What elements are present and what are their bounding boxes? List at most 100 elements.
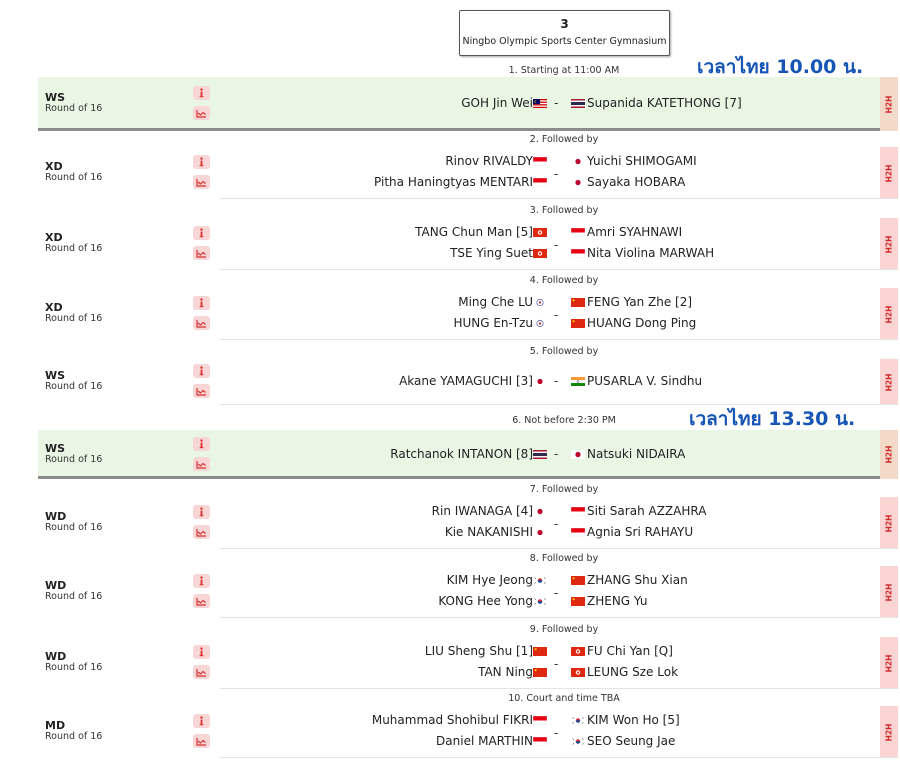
match-stats-button[interactable] (193, 594, 210, 608)
versus-dash: - (554, 586, 559, 600)
player-name-right[interactable]: LEUNG Sze Lok (587, 665, 678, 680)
stats-chart-icon (196, 528, 207, 537)
match-stats-button[interactable] (193, 175, 210, 189)
player-name-right[interactable]: Yuichi SHIMOGAMI (587, 154, 697, 169)
row-divider (220, 404, 898, 405)
flag-tpe-icon (533, 298, 547, 307)
round-label: Round of 16 (45, 591, 103, 602)
match-row: XD Round of 16 H2H TANG Chun Man [5] TSE Yin… (38, 218, 898, 270)
h2h-button[interactable]: H2H (880, 706, 898, 758)
match-stats-button[interactable] (193, 457, 210, 471)
round-label: Round of 16 (45, 313, 103, 324)
player-name-right[interactable]: Siti Sarah AZZAHRA (587, 504, 706, 519)
player-name-left[interactable]: Rin IWANAGA [4] (432, 504, 533, 519)
stats-chart-icon (196, 178, 207, 187)
match-order-label: 4. Followed by (529, 275, 599, 286)
match-stats-button[interactable] (193, 316, 210, 330)
player-name-left[interactable]: Ratchanok INTANON [8] (390, 447, 533, 462)
stats-chart-icon (196, 668, 207, 677)
match-row: WS Round of 16 H2H Ratchanok INTANON [8] Nat… (38, 430, 898, 479)
match-info-button[interactable] (193, 437, 210, 451)
player-name-right[interactable]: Natsuki NIDAIRA (587, 447, 685, 462)
match-order-label: 2. Followed by (529, 134, 599, 145)
player-name-left[interactable]: Pitha Haningtyas MENTARI (374, 175, 533, 190)
match-info-button[interactable] (193, 714, 210, 728)
h2h-button[interactable]: H2H (880, 359, 898, 405)
player-name-right[interactable]: SEO Seung Jae (587, 734, 675, 749)
h2h-button[interactable]: H2H (880, 566, 898, 618)
match-order-label: 10. Court and time TBA (508, 693, 620, 704)
round-label: Round of 16 (45, 103, 103, 114)
row-divider (220, 548, 898, 549)
court-number: 3 (560, 17, 569, 31)
player-name-left[interactable]: HUNG En-Tzu (453, 316, 533, 331)
player-name-right[interactable]: PUSARLA V. Sindhu (587, 374, 702, 389)
match-info-button[interactable] (193, 86, 210, 100)
match-info-button[interactable] (193, 364, 210, 378)
player-name-right[interactable]: HUANG Dong Ping (587, 316, 696, 331)
match-stats-button[interactable] (193, 665, 210, 679)
match-info-button[interactable] (193, 155, 210, 169)
player-name-left[interactable]: Ming Che LU (458, 295, 533, 310)
player-name-right[interactable]: Supanida KATETHONG [7] (587, 96, 742, 111)
match-info-button[interactable] (193, 505, 210, 519)
player-name-right[interactable]: Amri SYAHNAWI (587, 225, 682, 240)
player-name-right[interactable]: Sayaka HOBARA (587, 175, 685, 190)
flag-ina-icon (533, 716, 547, 725)
player-name-left[interactable]: Rinov RIVALDY (445, 154, 533, 169)
row-divider (220, 269, 898, 270)
h2h-label: H2H (884, 373, 894, 391)
info-icon (197, 647, 206, 657)
player-name-left[interactable]: Akane YAMAGUCHI [3] (399, 374, 533, 389)
match-stats-button[interactable] (193, 246, 210, 260)
info-icon (197, 507, 206, 517)
match-info-button[interactable] (193, 645, 210, 659)
info-icon (197, 366, 206, 376)
player-name-left[interactable]: Kie NAKANISHI (445, 525, 533, 540)
match-stats-button[interactable] (193, 384, 210, 398)
player-name-left[interactable]: KIM Hye Jeong (447, 573, 533, 588)
player-name-left[interactable]: GOH Jin Wei (461, 96, 533, 111)
flag-ind-icon (571, 377, 585, 386)
versus-dash: - (554, 167, 559, 181)
h2h-button[interactable]: H2H (880, 430, 898, 479)
h2h-button[interactable]: H2H (880, 637, 898, 689)
round-label: Round of 16 (45, 662, 103, 673)
player-name-right[interactable]: Nita Violina MARWAH (587, 246, 714, 261)
match-stats-button[interactable] (193, 525, 210, 539)
player-name-right[interactable]: KIM Won Ho [5] (587, 713, 680, 728)
match-info-button[interactable] (193, 296, 210, 310)
match-info-button[interactable] (193, 226, 210, 240)
player-name-left[interactable]: TSE Ying Suet (450, 246, 533, 261)
player-name-left[interactable]: TANG Chun Man [5] (415, 225, 533, 240)
flag-chn-icon (571, 319, 585, 328)
match-info-button[interactable] (193, 574, 210, 588)
versus-dash: - (554, 657, 559, 671)
h2h-button[interactable]: H2H (880, 218, 898, 270)
player-name-right[interactable]: FU Chi Yan [Q] (587, 644, 673, 659)
match-stats-button[interactable] (193, 106, 210, 120)
h2h-label: H2H (884, 583, 894, 601)
round-label: Round of 16 (45, 172, 103, 183)
flag-hkg-icon (533, 249, 547, 258)
h2h-button[interactable]: H2H (880, 288, 898, 340)
player-name-right[interactable]: ZHENG Yu (587, 594, 647, 609)
h2h-button[interactable]: H2H (880, 497, 898, 549)
flag-chn-icon (533, 668, 547, 677)
flag-ina-icon (571, 507, 585, 516)
flag-hkg-icon (571, 647, 585, 656)
player-name-right[interactable]: Agnia Sri RAHAYU (587, 525, 693, 540)
flag-jpn-icon (571, 178, 585, 187)
player-name-left[interactable]: LIU Sheng Shu [1] (425, 644, 533, 659)
h2h-button[interactable]: H2H (880, 147, 898, 199)
player-name-left[interactable]: Daniel MARTHIN (436, 734, 533, 749)
h2h-button[interactable]: H2H (880, 77, 898, 131)
match-stats-button[interactable] (193, 734, 210, 748)
player-name-right[interactable]: FENG Yan Zhe [2] (587, 295, 692, 310)
player-name-left[interactable]: Muhammad Shohibul FIKRI (372, 713, 533, 728)
flag-kor-icon (571, 716, 585, 725)
player-name-right[interactable]: ZHANG Shu Xian (587, 573, 688, 588)
versus-dash: - (554, 374, 559, 388)
player-name-left[interactable]: TAN Ning (478, 665, 533, 680)
player-name-left[interactable]: KONG Hee Yong (438, 594, 533, 609)
